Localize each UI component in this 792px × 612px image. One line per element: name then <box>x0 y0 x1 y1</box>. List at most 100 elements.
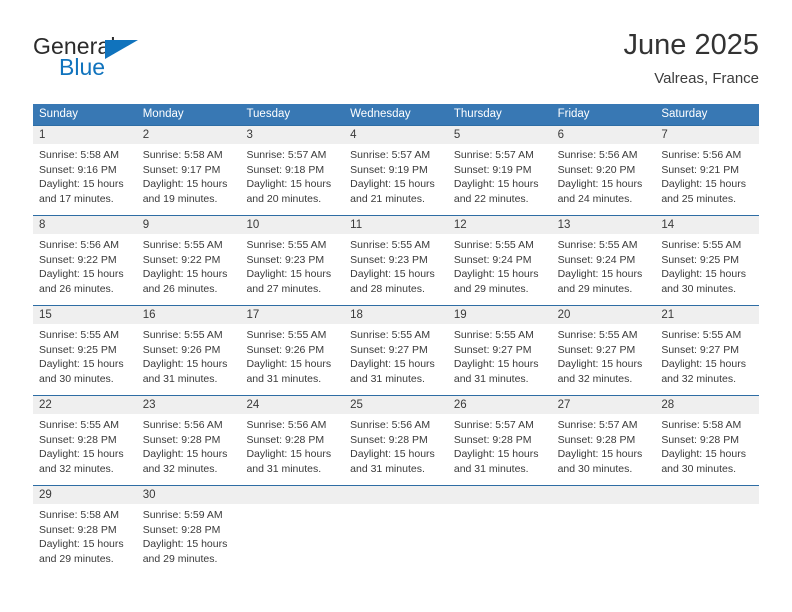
day-number[interactable]: 1 <box>33 126 137 144</box>
day-number[interactable]: 3 <box>240 126 344 144</box>
day-cell[interactable]: Sunrise: 5:55 AM Sunset: 9:26 PM Dayligh… <box>137 324 241 395</box>
daylight-text-line2: and 31 minutes. <box>453 462 529 475</box>
day-cell[interactable]: Sunrise: 5:55 AM Sunset: 9:25 PM Dayligh… <box>655 234 759 305</box>
day-cell[interactable]: Sunrise: 5:55 AM Sunset: 9:22 PM Dayligh… <box>137 234 241 305</box>
day-number[interactable]: 2 <box>137 126 241 144</box>
daylight-text-line2: and 26 minutes. <box>39 282 114 295</box>
day-number[interactable]: 27 <box>552 396 656 414</box>
day-number[interactable]: 25 <box>344 396 448 414</box>
day-number[interactable]: 15 <box>33 306 137 324</box>
page-title: June 2025 <box>623 29 759 61</box>
sunrise-text: Sunrise: 5:56 AM <box>350 419 431 431</box>
day-number[interactable]: 8 <box>33 216 137 234</box>
day-cell[interactable]: Sunrise: 5:55 AM Sunset: 9:27 PM Dayligh… <box>655 324 759 395</box>
brand-logo[interactable]: General Blue <box>33 28 153 94</box>
daylight-text-line2: and 24 minutes. <box>557 192 633 205</box>
day-cell[interactable]: Sunrise: 5:58 AM Sunset: 9:28 PM Dayligh… <box>33 504 137 575</box>
daylight-text-line1: Daylight: 15 hours <box>453 448 539 461</box>
day-number[interactable]: 29 <box>33 486 137 504</box>
daylight-text-line2: and 32 minutes. <box>557 372 633 385</box>
day-number[interactable]: 26 <box>448 396 552 414</box>
day-number[interactable]: 13 <box>552 216 656 234</box>
day-number[interactable]: 19 <box>448 306 552 324</box>
daylight-text-line1: Daylight: 15 hours <box>39 358 124 371</box>
sunrise-text: Sunrise: 5:55 AM <box>39 329 119 341</box>
daylight-text-line2: and 27 minutes. <box>246 282 322 295</box>
day-cell[interactable]: Sunrise: 5:56 AM Sunset: 9:28 PM Dayligh… <box>137 414 241 485</box>
day-cell[interactable]: Sunrise: 5:55 AM Sunset: 9:27 PM Dayligh… <box>552 324 656 395</box>
weekday-header-wednesday: Wednesday <box>350 108 411 120</box>
brand-name-blue: Blue <box>59 54 106 80</box>
sunrise-text: Sunrise: 5:58 AM <box>39 509 119 521</box>
sunset-text: Sunset: 9:27 PM <box>557 343 636 356</box>
day-number[interactable]: 21 <box>655 306 759 324</box>
day-cell[interactable]: Sunrise: 5:59 AM Sunset: 9:28 PM Dayligh… <box>137 504 241 575</box>
day-cell[interactable]: Sunrise: 5:55 AM Sunset: 9:23 PM Dayligh… <box>344 234 448 305</box>
day-cell[interactable]: Sunrise: 5:57 AM Sunset: 9:28 PM Dayligh… <box>448 414 552 485</box>
day-number <box>240 486 344 504</box>
day-number[interactable]: 9 <box>137 216 241 234</box>
weekday-header-sunday: Sunday <box>39 108 79 120</box>
daylight-text-line2: and 30 minutes. <box>39 372 114 385</box>
calendar-grid: Sunday Monday Tuesday Wednesday Thursday… <box>33 104 759 575</box>
day-number[interactable]: 30 <box>137 486 241 504</box>
sunset-text: Sunset: 9:28 PM <box>142 433 221 446</box>
day-number[interactable]: 28 <box>655 396 759 414</box>
day-cell[interactable]: Sunrise: 5:56 AM Sunset: 9:22 PM Dayligh… <box>33 234 137 305</box>
day-cell[interactable]: Sunrise: 5:56 AM Sunset: 9:21 PM Dayligh… <box>655 144 759 215</box>
sunset-text: Sunset: 9:28 PM <box>142 523 221 536</box>
day-cell[interactable]: Sunrise: 5:56 AM Sunset: 9:28 PM Dayligh… <box>344 414 448 485</box>
daylight-text-line1: Daylight: 15 hours <box>39 448 124 461</box>
day-cell[interactable]: Sunrise: 5:58 AM Sunset: 9:28 PM Dayligh… <box>655 414 759 485</box>
day-number[interactable]: 4 <box>344 126 448 144</box>
day-cell[interactable]: Sunrise: 5:56 AM Sunset: 9:20 PM Dayligh… <box>552 144 656 215</box>
calendar-page: General Blue June 2025 Valreas, France S… <box>0 0 792 612</box>
day-cell[interactable]: Sunrise: 5:55 AM Sunset: 9:24 PM Dayligh… <box>552 234 656 305</box>
day-number[interactable]: 11 <box>344 216 448 234</box>
day-cell[interactable]: Sunrise: 5:56 AM Sunset: 9:28 PM Dayligh… <box>240 414 344 485</box>
daylight-text-line1: Daylight: 15 hours <box>350 178 435 191</box>
day-cell[interactable]: Sunrise: 5:57 AM Sunset: 9:28 PM Dayligh… <box>552 414 656 485</box>
day-cell[interactable]: Sunrise: 5:57 AM Sunset: 9:19 PM Dayligh… <box>448 144 552 215</box>
day-cell[interactable]: Sunrise: 5:55 AM Sunset: 9:27 PM Dayligh… <box>344 324 448 395</box>
week-row: 1 2 3 4 5 6 7 Sunrise: 5:58 AM Sunset: 9… <box>33 125 759 215</box>
daylight-text-line1: Daylight: 15 hours <box>246 178 332 191</box>
sunset-text: Sunset: 9:19 PM <box>350 163 428 176</box>
day-number-band: 22 23 24 25 26 27 28 <box>33 396 759 414</box>
day-number[interactable]: 17 <box>240 306 344 324</box>
sunrise-text: Sunrise: 5:55 AM <box>39 419 119 431</box>
day-number[interactable]: 16 <box>137 306 241 324</box>
daylight-text-line2: and 17 minutes. <box>39 192 114 205</box>
day-number[interactable]: 12 <box>448 216 552 234</box>
day-number[interactable]: 10 <box>240 216 344 234</box>
sunrise-text: Sunrise: 5:55 AM <box>350 239 431 251</box>
day-cell[interactable]: Sunrise: 5:55 AM Sunset: 9:27 PM Dayligh… <box>448 324 552 395</box>
day-number[interactable]: 6 <box>552 126 656 144</box>
day-cell[interactable]: Sunrise: 5:58 AM Sunset: 9:17 PM Dayligh… <box>137 144 241 215</box>
day-detail-row: Sunrise: 5:58 AM Sunset: 9:16 PM Dayligh… <box>33 144 759 215</box>
day-cell[interactable]: Sunrise: 5:55 AM Sunset: 9:24 PM Dayligh… <box>448 234 552 305</box>
day-cell[interactable]: Sunrise: 5:55 AM Sunset: 9:26 PM Dayligh… <box>240 324 344 395</box>
sunrise-text: Sunrise: 5:57 AM <box>350 149 431 161</box>
day-number[interactable]: 22 <box>33 396 137 414</box>
day-number[interactable]: 20 <box>552 306 656 324</box>
day-number[interactable]: 18 <box>344 306 448 324</box>
day-cell-empty <box>448 504 552 575</box>
day-cell[interactable]: Sunrise: 5:57 AM Sunset: 9:19 PM Dayligh… <box>344 144 448 215</box>
day-number <box>344 486 448 504</box>
day-cell[interactable]: Sunrise: 5:57 AM Sunset: 9:18 PM Dayligh… <box>240 144 344 215</box>
day-cell[interactable]: Sunrise: 5:58 AM Sunset: 9:16 PM Dayligh… <box>33 144 137 215</box>
sunrise-text: Sunrise: 5:55 AM <box>453 239 534 251</box>
page-header: General Blue June 2025 Valreas, France <box>33 28 759 100</box>
day-cell[interactable]: Sunrise: 5:55 AM Sunset: 9:25 PM Dayligh… <box>33 324 137 395</box>
day-number[interactable]: 5 <box>448 126 552 144</box>
day-cell[interactable]: Sunrise: 5:55 AM Sunset: 9:28 PM Dayligh… <box>33 414 137 485</box>
day-cell[interactable]: Sunrise: 5:55 AM Sunset: 9:23 PM Dayligh… <box>240 234 344 305</box>
day-number[interactable]: 7 <box>655 126 759 144</box>
sunrise-text: Sunrise: 5:57 AM <box>453 419 534 431</box>
day-number[interactable]: 14 <box>655 216 759 234</box>
day-number[interactable]: 24 <box>240 396 344 414</box>
daylight-text-line2: and 31 minutes. <box>142 372 218 385</box>
day-number[interactable]: 23 <box>137 396 241 414</box>
daylight-text-line2: and 31 minutes. <box>350 462 425 475</box>
